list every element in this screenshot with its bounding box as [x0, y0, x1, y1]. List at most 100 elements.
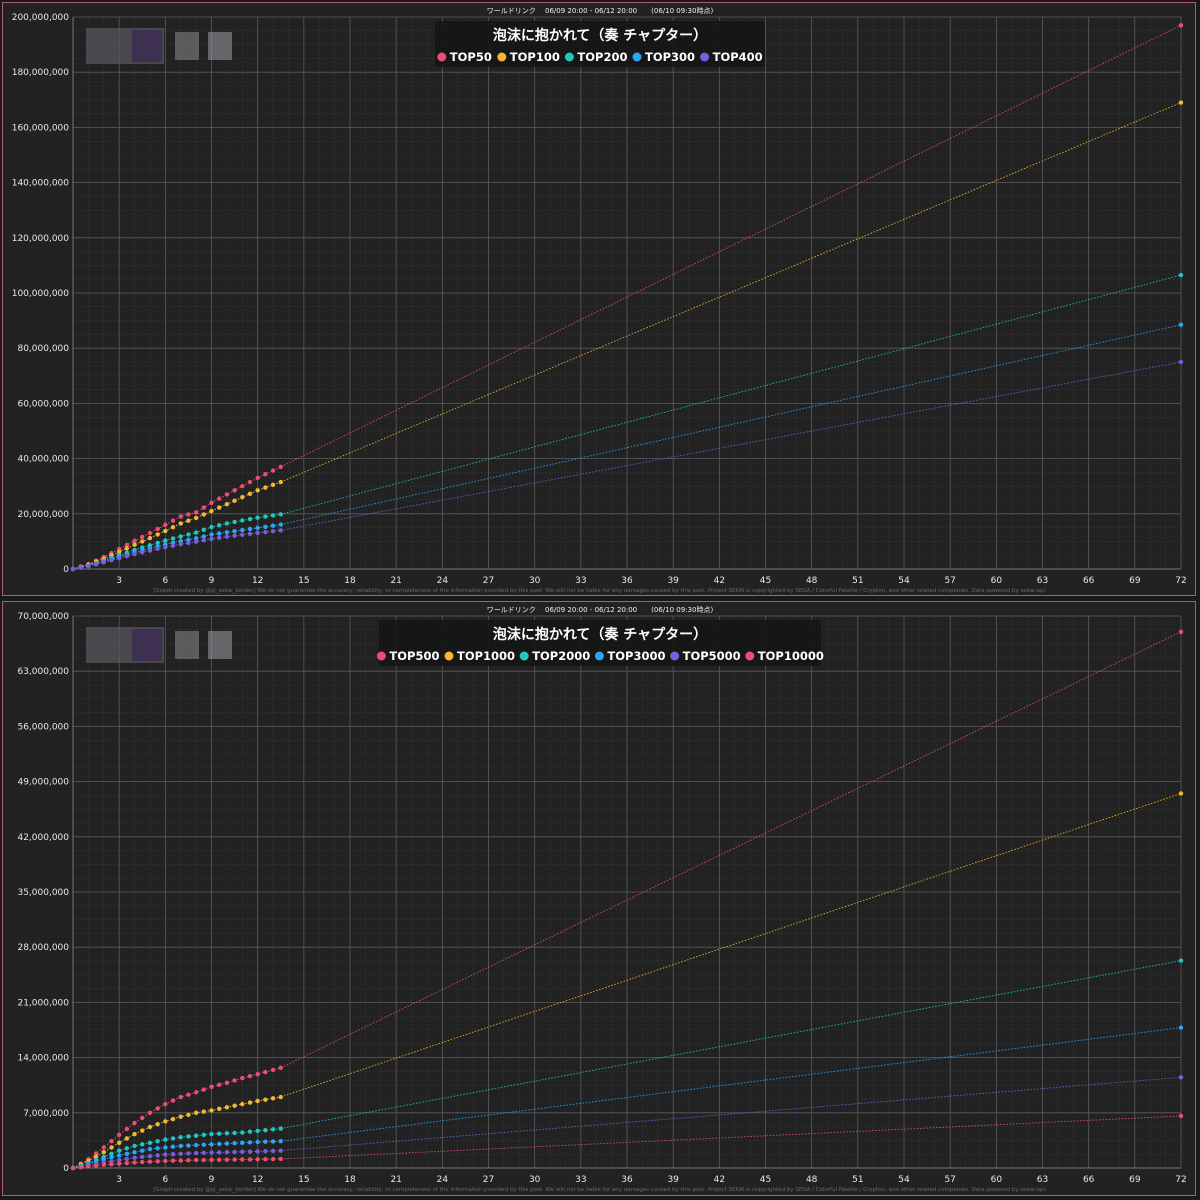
x-tick-label: 45	[760, 576, 771, 586]
data-point	[170, 536, 176, 541]
legend-marker	[564, 52, 574, 62]
data-point	[101, 560, 106, 565]
data-point	[270, 1067, 276, 1073]
data-point	[86, 1164, 91, 1169]
projected-endpoint	[1178, 272, 1184, 278]
y-tick-label: 56,000,000	[17, 722, 69, 732]
y-tick-label: 49,000,000	[17, 778, 69, 788]
x-tick-label: 54	[898, 576, 910, 586]
x-tick-label: 72	[1175, 1175, 1186, 1185]
data-point	[86, 564, 91, 569]
data-point	[147, 1110, 153, 1115]
data-point	[209, 1084, 214, 1089]
data-point	[193, 539, 199, 544]
data-point	[240, 1130, 245, 1135]
legend-marker	[670, 651, 680, 661]
data-point	[124, 1151, 130, 1157]
data-point	[232, 1149, 237, 1155]
data-point	[163, 538, 168, 543]
x-tick-label: 24	[437, 576, 449, 586]
x-tick-label: 42	[714, 576, 725, 586]
data-point	[93, 562, 99, 567]
data-point	[216, 1141, 222, 1147]
data-point	[201, 1142, 207, 1147]
character-portrait-1	[175, 631, 199, 659]
data-point	[270, 1127, 276, 1132]
data-point	[170, 1136, 176, 1141]
data-point	[163, 544, 168, 550]
world-link-logo-image	[132, 629, 162, 661]
data-point	[163, 1119, 168, 1124]
data-point	[178, 541, 183, 547]
data-point	[240, 1157, 245, 1162]
data-point	[140, 539, 145, 544]
data-point	[224, 521, 230, 526]
x-tick-label: 36	[621, 1175, 633, 1185]
data-point	[193, 510, 199, 515]
data-point	[240, 527, 245, 533]
data-point	[201, 1132, 207, 1138]
chart-footer: [Graph created by @pj_sekai_border] We d…	[153, 588, 1047, 594]
data-point	[240, 518, 245, 523]
y-tick-label: 40,000,000	[17, 455, 69, 465]
chart-footer: [Graph created by @pj_sekai_border] We d…	[153, 1187, 1047, 1193]
data-point	[170, 1098, 176, 1103]
data-point	[270, 1096, 276, 1101]
data-point	[140, 1115, 145, 1121]
data-point	[255, 525, 260, 531]
data-point	[263, 529, 268, 535]
data-point	[140, 1148, 145, 1153]
data-point	[263, 1156, 268, 1162]
data-point	[124, 1160, 130, 1166]
legend-marker	[376, 651, 386, 661]
legend-title: 泡沫に抱かれて（奏 チャプター）	[493, 626, 707, 643]
data-point	[193, 1142, 199, 1148]
data-point	[116, 1148, 122, 1153]
data-point	[186, 1151, 191, 1156]
data-point	[140, 550, 145, 555]
data-point	[255, 475, 260, 481]
data-point	[163, 1145, 168, 1150]
y-tick-label: 0	[63, 565, 69, 575]
data-point	[224, 1150, 230, 1155]
legend-label: TOP10000	[758, 649, 824, 663]
data-point	[263, 1139, 268, 1144]
projected-endpoint	[1178, 100, 1184, 105]
x-tick-label: 63	[1037, 576, 1048, 586]
data-point	[178, 1143, 183, 1149]
data-point	[163, 1158, 168, 1164]
data-point	[170, 1144, 176, 1149]
data-point	[278, 1138, 283, 1144]
data-point	[263, 472, 268, 477]
data-point	[255, 1149, 260, 1154]
data-point	[224, 530, 230, 535]
data-point	[201, 1150, 207, 1156]
chart-panel-bottom: ワールドリンク 06/09 20:00 - 06/12 20:00 (06/10…	[2, 601, 1196, 1196]
data-point	[132, 1150, 137, 1155]
data-point	[216, 1106, 222, 1112]
data-point	[155, 532, 160, 537]
data-point	[201, 505, 207, 510]
y-tick-label: 80,000,000	[17, 344, 69, 354]
data-point	[224, 1131, 230, 1136]
legend-label: TOP5000	[683, 649, 741, 663]
data-point	[201, 1087, 207, 1092]
data-point	[255, 1071, 260, 1077]
data-point	[201, 1157, 207, 1163]
x-tick-label: 66	[1083, 1175, 1095, 1185]
data-point	[270, 1139, 276, 1144]
legend-label: TOP100	[510, 50, 560, 64]
x-tick-label: 60	[991, 576, 1003, 586]
data-point	[178, 521, 183, 526]
data-point	[201, 1109, 207, 1114]
y-tick-label: 63,000,000	[17, 667, 69, 677]
y-tick-label: 140,000,000	[12, 179, 70, 189]
x-tick-label: 39	[667, 576, 679, 586]
data-point	[109, 1145, 114, 1150]
data-point	[270, 482, 276, 488]
data-point	[270, 468, 276, 473]
data-point	[232, 488, 237, 493]
data-point	[109, 1138, 114, 1144]
data-point	[170, 1116, 176, 1122]
data-point	[216, 535, 222, 541]
